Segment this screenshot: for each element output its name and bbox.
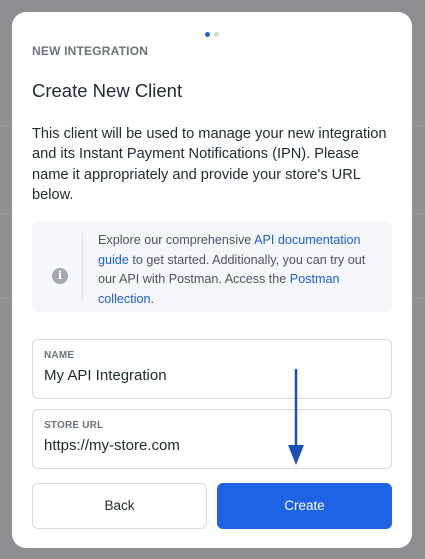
- modal-eyebrow: NEW INTEGRATION: [32, 44, 149, 58]
- create-button[interactable]: Create: [217, 483, 392, 529]
- info-divider: [82, 234, 83, 300]
- create-client-modal: NEW INTEGRATION Create New Client This c…: [12, 12, 412, 548]
- info-text: Explore our comprehensive API documentat…: [98, 231, 383, 309]
- modal-title: Create New Client: [32, 80, 183, 101]
- name-field-label: NAME: [44, 350, 75, 361]
- store-url-field-label: STORE URL: [44, 420, 104, 431]
- annotation-arrow-icon: [288, 369, 304, 465]
- info-text-part: Explore our comprehensive: [98, 233, 255, 247]
- back-button[interactable]: Back: [32, 483, 207, 529]
- info-text-part: .: [150, 291, 155, 306]
- step-indicator: [205, 32, 219, 37]
- name-input[interactable]: [44, 367, 374, 384]
- modal-description: This client will be used to manage your …: [32, 126, 387, 203]
- store-url-field[interactable]: STORE URL: [32, 409, 392, 469]
- info-icon: i: [52, 268, 68, 284]
- step-dot: [214, 32, 219, 37]
- name-field[interactable]: NAME: [32, 339, 392, 399]
- store-url-input[interactable]: [44, 437, 374, 454]
- info-callout: i Explore our comprehensive API document…: [32, 221, 392, 312]
- step-dot-active: [205, 32, 210, 37]
